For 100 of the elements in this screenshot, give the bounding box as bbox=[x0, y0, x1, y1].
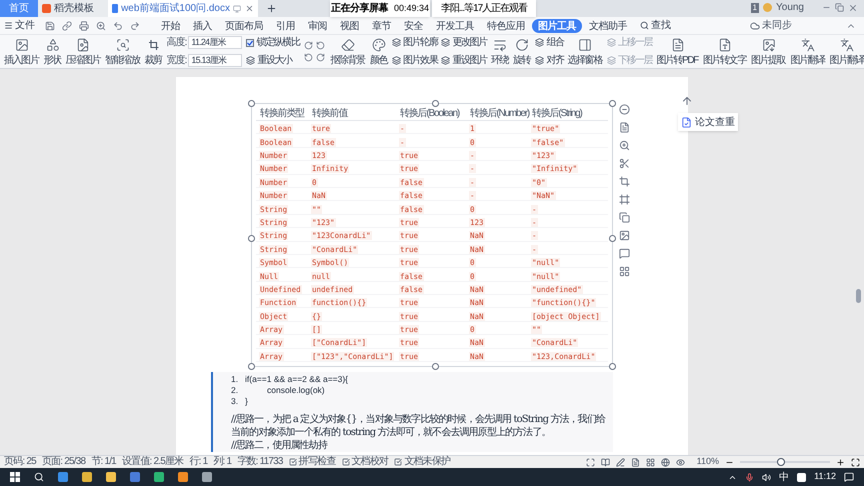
undo-icon[interactable] bbox=[113, 20, 123, 30]
search-icon[interactable] bbox=[34, 472, 44, 482]
fit-icon[interactable] bbox=[851, 458, 860, 466]
notification-icon[interactable] bbox=[844, 472, 854, 482]
menu-tab[interactable]: 页面布局 bbox=[219, 18, 269, 32]
menu-tab[interactable]: 开始 bbox=[155, 18, 186, 32]
sync-button[interactable]: 未同步 bbox=[750, 18, 792, 33]
ribbon-button[interactable]: 图片转PDF bbox=[654, 36, 701, 68]
status-tool[interactable]: 文档未保护 bbox=[394, 456, 450, 468]
outline-icon[interactable] bbox=[646, 458, 655, 466]
resize-handle[interactable] bbox=[248, 100, 255, 107]
fullscreen-icon[interactable] bbox=[586, 458, 595, 466]
resize-handle[interactable] bbox=[432, 100, 439, 107]
ribbon-button[interactable]: 图片效果 bbox=[392, 53, 438, 68]
book-icon[interactable] bbox=[600, 458, 610, 466]
menu-tab[interactable]: 章节 bbox=[366, 18, 397, 32]
ribbon-button[interactable]: 图片轮廓 bbox=[392, 35, 438, 50]
resize-handle[interactable] bbox=[248, 363, 255, 370]
eye-icon[interactable] bbox=[676, 458, 685, 466]
file-menu[interactable]: 文件 bbox=[4, 18, 41, 33]
pen-icon[interactable] bbox=[616, 458, 625, 466]
ribbon-button[interactable]: 对齐 bbox=[535, 53, 564, 68]
menu-tab[interactable]: 审阅 bbox=[302, 18, 333, 32]
clock[interactable]: 11:12 bbox=[814, 470, 836, 484]
rotate-icon[interactable] bbox=[304, 53, 314, 62]
crop-icon[interactable] bbox=[619, 176, 630, 187]
copy-icon[interactable] bbox=[619, 212, 630, 223]
resize-handle[interactable] bbox=[609, 363, 616, 370]
menu-tab[interactable]: 开发工具 bbox=[430, 18, 480, 32]
scissors-icon[interactable] bbox=[619, 158, 630, 169]
upload-icon[interactable] bbox=[681, 95, 693, 107]
save-icon[interactable] bbox=[45, 20, 55, 30]
rotate-icon[interactable] bbox=[316, 41, 326, 50]
resize-handle[interactable] bbox=[432, 363, 439, 370]
page-icon[interactable] bbox=[630, 458, 640, 466]
ribbon-button[interactable]: 插入图片 bbox=[2, 36, 42, 68]
size-field[interactable]: 11.24厘米 bbox=[188, 36, 242, 49]
ribbon-button[interactable]: 压缩图片 bbox=[64, 36, 104, 68]
speaker-icon[interactable] bbox=[762, 472, 772, 482]
minus-circle-icon[interactable] bbox=[619, 104, 630, 115]
link-icon[interactable] bbox=[62, 20, 72, 30]
ribbon-button[interactable]: 旋转 bbox=[511, 36, 534, 68]
document-tab[interactable]: web前端面试100问.docx bbox=[108, 0, 258, 17]
ribbon-button[interactable]: 智能缩放 bbox=[103, 36, 142, 68]
size-field[interactable]: 15.13厘米 bbox=[188, 54, 242, 67]
ribbon-button[interactable]: 选择窗格 bbox=[565, 36, 605, 68]
resize-handle[interactable] bbox=[248, 235, 255, 242]
ribbon-button[interactable]: 图片翻译 bbox=[828, 36, 864, 68]
menu-tab[interactable]: 安全 bbox=[398, 18, 429, 32]
microphone-icon[interactable] bbox=[745, 472, 754, 482]
rotate-icon[interactable] bbox=[304, 41, 314, 50]
close-icon[interactable] bbox=[848, 2, 858, 12]
scrollbar[interactable] bbox=[856, 289, 861, 303]
ribbon-button[interactable]: 重设图片 bbox=[441, 53, 487, 68]
document-icon[interactable] bbox=[619, 122, 630, 133]
ribbon-button[interactable]: 环绕 bbox=[488, 36, 512, 68]
grid-icon[interactable] bbox=[619, 266, 630, 277]
ribbon-button[interactable]: 图片转文字 bbox=[700, 36, 749, 68]
ribbon-button[interactable]: 形状 bbox=[41, 36, 64, 68]
user-name[interactable]: Young bbox=[776, 0, 804, 15]
ribbon-button[interactable]: 图片翻译 bbox=[788, 36, 828, 68]
status-tool[interactable]: 拼写检查 bbox=[288, 456, 336, 468]
ribbon-button[interactable]: 裁剪 bbox=[142, 36, 165, 68]
menu-tab[interactable]: 引用 bbox=[270, 18, 301, 32]
checkbox[interactable] bbox=[246, 38, 254, 46]
resize-handle[interactable] bbox=[609, 235, 616, 242]
input-method[interactable]: 中 bbox=[779, 470, 790, 484]
ribbon-button[interactable]: 颜色 bbox=[368, 36, 390, 68]
notification-badge[interactable]: 1 bbox=[750, 2, 759, 12]
zoom-icon[interactable] bbox=[619, 140, 630, 151]
zoom-level[interactable]: 110% bbox=[696, 455, 719, 469]
new-tab-icon[interactable] bbox=[266, 3, 277, 14]
aspect-lock-option[interactable]: 锁定纵横比 bbox=[246, 35, 300, 50]
zoom-in-icon[interactable] bbox=[836, 458, 845, 466]
print-icon[interactable] bbox=[79, 20, 89, 30]
menu-tab[interactable]: 视图 bbox=[334, 18, 365, 32]
globe-icon[interactable] bbox=[660, 458, 670, 466]
ribbon-button[interactable]: 抠除背景 bbox=[328, 36, 368, 68]
ribbon-button[interactable]: 图片提取 bbox=[748, 36, 788, 68]
restore-icon[interactable] bbox=[835, 3, 844, 12]
menu-tab[interactable]: 插入 bbox=[187, 18, 218, 32]
image-icon[interactable] bbox=[619, 230, 630, 241]
frame-icon[interactable] bbox=[619, 194, 630, 205]
windows-start-icon[interactable] bbox=[10, 472, 20, 482]
menu-tab[interactable]: 特色应用 bbox=[481, 18, 531, 32]
document-tab[interactable]: 稻壳模板 bbox=[38, 0, 108, 17]
ribbon-button[interactable]: 更改图片 bbox=[441, 35, 487, 50]
monitor-icon[interactable] bbox=[233, 4, 241, 12]
ribbon-button[interactable]: 组合 bbox=[535, 35, 564, 50]
status-tool[interactable]: 文档校对 bbox=[342, 456, 388, 468]
menu-tab[interactable]: 图片工具 bbox=[532, 18, 582, 32]
ribbon-button[interactable]: 重设大小 bbox=[246, 53, 300, 68]
redo-icon[interactable] bbox=[130, 20, 140, 30]
rotate-icon[interactable] bbox=[316, 53, 326, 62]
search-button[interactable]: 查找 bbox=[640, 18, 671, 33]
side-panel-button[interactable]: 论文查重 bbox=[678, 113, 738, 131]
comment-icon[interactable] bbox=[619, 248, 630, 259]
close-icon[interactable] bbox=[245, 4, 254, 13]
preview-icon[interactable] bbox=[96, 20, 106, 30]
resize-handle[interactable] bbox=[609, 100, 616, 107]
